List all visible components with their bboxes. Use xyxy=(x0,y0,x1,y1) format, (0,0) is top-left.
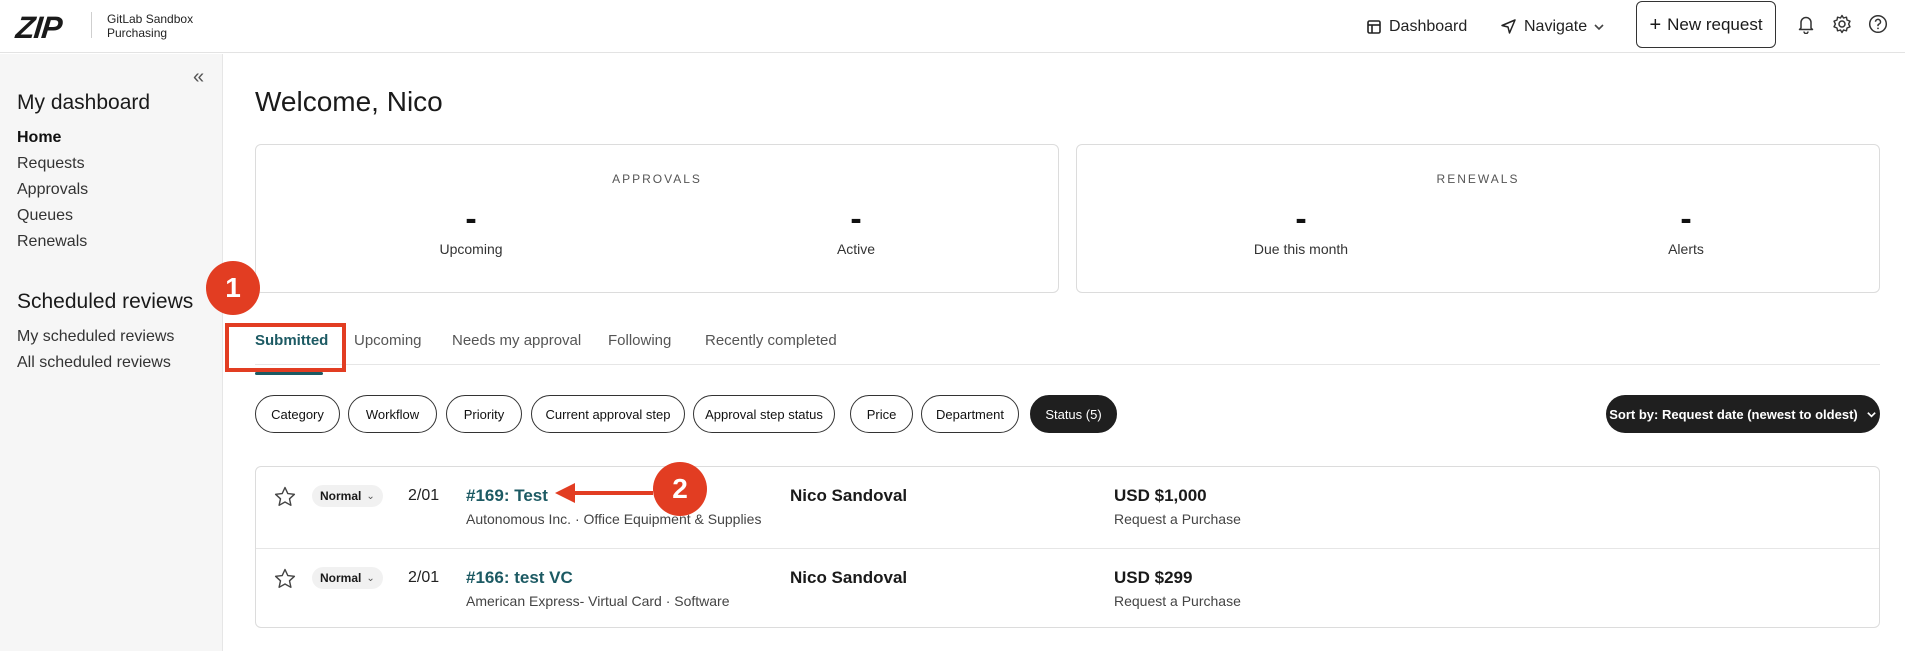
priority-dropdown[interactable]: Normal ⌄ xyxy=(312,567,383,589)
alerts-metric[interactable]: - Alerts xyxy=(1586,201,1786,257)
star-icon[interactable] xyxy=(273,567,297,591)
sidebar-item-home[interactable]: Home xyxy=(17,129,61,147)
scheduled-reviews-heading: Scheduled reviews xyxy=(17,290,194,313)
sort-label: Sort by: Request date (newest to oldest) xyxy=(1609,406,1858,422)
annotation-step-1-badge: 1 xyxy=(206,261,260,315)
sidebar-item-all-scheduled-reviews[interactable]: All scheduled reviews xyxy=(17,354,171,372)
metric-label: Active xyxy=(836,241,876,257)
request-amount: USD $299 xyxy=(1114,568,1193,587)
filter-current-approval-step[interactable]: Current approval step xyxy=(531,395,685,433)
request-type: Request a Purchase xyxy=(1114,511,1241,527)
metric-label: Due this month xyxy=(1253,241,1349,257)
metric-value: - xyxy=(1295,200,1307,238)
help-icon[interactable] xyxy=(1867,13,1889,35)
annotation-highlight-box xyxy=(225,323,346,372)
request-title-link[interactable]: #166: test VC xyxy=(466,568,573,588)
dashboard-nav-link[interactable]: Dashboard xyxy=(1366,0,1467,53)
sidebar-item-queues[interactable]: Queues xyxy=(17,207,73,225)
top-bar: ZIP GitLab Sandbox Purchasing Dashboard … xyxy=(0,0,1905,53)
request-subtitle: American Express- Virtual Card · Softwar… xyxy=(466,593,730,609)
bell-icon[interactable] xyxy=(1795,13,1817,35)
request-title-link[interactable]: #169: Test xyxy=(466,486,548,506)
list-item[interactable]: Normal ⌄ 2/01 #166: test VC American Expr… xyxy=(256,548,1879,629)
chevron-down-icon: ⌄ xyxy=(366,490,375,502)
filter-status[interactable]: Status (5) xyxy=(1030,395,1117,433)
tab-needs-my-approval[interactable]: Needs my approval xyxy=(452,332,581,349)
list-item[interactable]: Normal ⌄ 2/01 #169: Test Autonomous Inc. … xyxy=(256,467,1879,548)
zip-logo[interactable]: ZIP xyxy=(14,10,63,46)
request-tabs: Submitted Upcoming Needs my approval Fol… xyxy=(255,320,1880,375)
filter-price[interactable]: Price xyxy=(850,395,913,433)
metric-value: - xyxy=(465,200,477,238)
metric-label: Alerts xyxy=(1668,241,1704,257)
navigate-menu[interactable]: Navigate xyxy=(1500,0,1605,53)
tab-recently-completed[interactable]: Recently completed xyxy=(705,332,837,349)
sidebar-item-approvals[interactable]: Approvals xyxy=(17,181,88,199)
metric-value: - xyxy=(850,200,862,238)
priority-dropdown[interactable]: Normal ⌄ xyxy=(312,485,383,507)
priority-label: Normal xyxy=(320,489,362,503)
due-this-month-metric[interactable]: - Due this month xyxy=(1201,201,1401,257)
sidebar-item-renewals[interactable]: Renewals xyxy=(17,233,87,251)
annotation-step-2-badge: 2 xyxy=(653,462,707,516)
request-type: Request a Purchase xyxy=(1114,593,1241,609)
request-amount: USD $1,000 xyxy=(1114,486,1207,505)
requester-name: Nico Sandoval xyxy=(790,486,908,505)
metric-value: - xyxy=(1680,200,1692,238)
active-approvals-metric[interactable]: - Active xyxy=(756,201,956,257)
chevron-down-icon: ⌄ xyxy=(366,572,375,584)
gear-icon[interactable] xyxy=(1831,13,1853,35)
filter-priority[interactable]: Priority xyxy=(446,395,522,433)
new-request-label: New request xyxy=(1667,14,1763,34)
navigate-icon xyxy=(1501,19,1516,34)
navigate-label: Navigate xyxy=(1524,17,1588,35)
request-date: 2/01 xyxy=(408,487,440,504)
page-title: Welcome, Nico xyxy=(255,86,443,117)
org-name: GitLab Sandbox Purchasing xyxy=(107,12,193,40)
request-date: 2/01 xyxy=(408,569,440,586)
annotation-arrow-icon xyxy=(555,483,653,503)
chevron-down-icon xyxy=(1594,23,1604,30)
approvals-card: APPROVALS - Upcoming - Active xyxy=(255,144,1059,293)
renewals-card-title: RENEWALS xyxy=(1436,172,1520,186)
filter-approval-step-status[interactable]: Approval step status xyxy=(693,395,835,433)
org-name-line1: GitLab Sandbox xyxy=(107,12,194,26)
plus-icon: + xyxy=(1649,13,1662,36)
logo-divider xyxy=(91,12,92,38)
request-subtitle: Autonomous Inc. · Office Equipment & Sup… xyxy=(466,511,762,527)
collapse-sidebar-icon[interactable]: « xyxy=(193,66,204,89)
renewals-card: RENEWALS - Due this month - Alerts xyxy=(1076,144,1880,293)
new-request-button[interactable]: + New request xyxy=(1636,1,1776,48)
sort-dropdown[interactable]: Sort by: Request date (newest to oldest) xyxy=(1606,395,1880,433)
dashboard-icon xyxy=(1367,19,1381,34)
filter-category[interactable]: Category xyxy=(255,395,340,433)
upcoming-approvals-metric[interactable]: - Upcoming xyxy=(371,201,571,257)
tab-upcoming[interactable]: Upcoming xyxy=(354,332,422,349)
active-tab-indicator xyxy=(255,372,323,375)
requester-name: Nico Sandoval xyxy=(790,568,908,587)
filter-workflow[interactable]: Workflow xyxy=(348,395,437,433)
tab-following[interactable]: Following xyxy=(608,332,671,349)
sidebar-heading: My dashboard xyxy=(17,91,151,114)
filter-department[interactable]: Department xyxy=(921,395,1019,433)
sidebar: « My dashboard Home Requests Approvals Q… xyxy=(0,54,223,651)
approvals-card-title: APPROVALS xyxy=(612,172,702,186)
chevron-down-icon xyxy=(1866,411,1876,418)
metric-label: Upcoming xyxy=(439,241,503,257)
sidebar-item-requests[interactable]: Requests xyxy=(17,155,85,173)
org-name-line2: Purchasing xyxy=(107,26,168,40)
sidebar-item-my-scheduled-reviews[interactable]: My scheduled reviews xyxy=(17,328,174,346)
request-list: Normal ⌄ 2/01 #169: Test Autonomous Inc. … xyxy=(255,466,1880,628)
dashboard-label: Dashboard xyxy=(1389,17,1468,35)
priority-label: Normal xyxy=(320,571,362,585)
star-icon[interactable] xyxy=(273,485,297,509)
